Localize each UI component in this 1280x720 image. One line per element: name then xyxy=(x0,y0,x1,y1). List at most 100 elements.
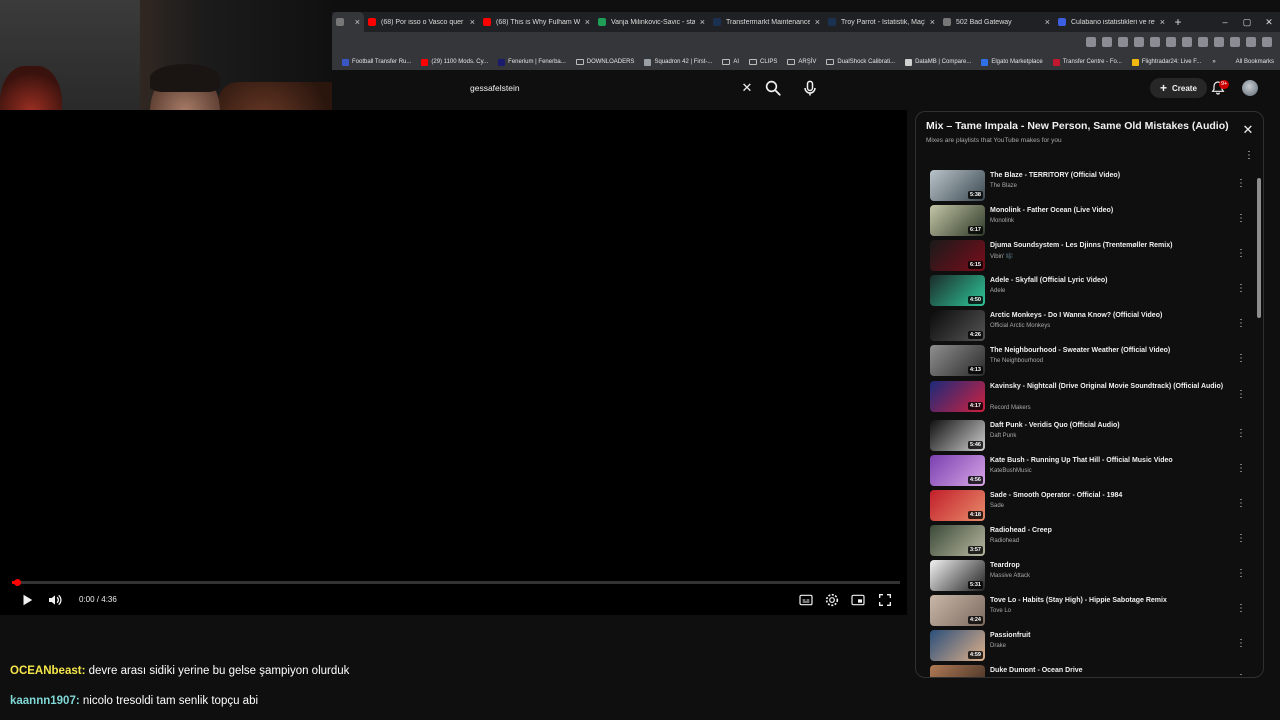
video-title[interactable]: Sade - Smooth Operator - Official - 1984 xyxy=(990,491,1230,502)
more-options-icon[interactable]: ⋮ xyxy=(1236,603,1246,614)
video-thumbnail[interactable]: 4:50 xyxy=(930,275,985,306)
playlist-item[interactable]: 4:56 Kate Bush - Running Up That Hill - O… xyxy=(916,455,1256,490)
playlist-item[interactable]: 4:13 The Neighbourhood - Sweater Weather … xyxy=(916,345,1256,380)
playlist-item[interactable]: 6:15 Djuma Soundsystem - Les Djinns (Tren… xyxy=(916,240,1256,275)
more-options-icon[interactable]: ⋮ xyxy=(1236,673,1246,677)
bookmark-item[interactable]: CLIPS xyxy=(749,59,777,65)
browser-tab[interactable]: Transfermarkt Maintenance × xyxy=(709,12,824,32)
video-title[interactable]: Kate Bush - Running Up That Hill - Offic… xyxy=(990,456,1230,467)
video-title[interactable]: Arctic Monkeys - Do I Wanna Know? (Offic… xyxy=(990,311,1230,322)
bookmark-star-icon[interactable] xyxy=(1134,37,1144,47)
video-thumbnail[interactable]: 5:38 xyxy=(930,170,985,201)
video-title[interactable]: Kavinsky - Nightcall (Drive Original Mov… xyxy=(990,382,1230,393)
video-thumbnail[interactable]: 4:26 xyxy=(930,310,985,341)
avatar[interactable] xyxy=(1242,80,1258,96)
video-thumbnail[interactable]: 4:24 xyxy=(930,595,985,626)
extension-icon[interactable] xyxy=(1166,37,1176,47)
video-thumbnail[interactable]: 6:15 xyxy=(930,240,985,271)
progress-bar[interactable] xyxy=(12,581,900,584)
playlist-item[interactable]: Duke Dumont - Ocean Drive ⋮ xyxy=(916,665,1256,677)
fullscreen-icon[interactable] xyxy=(877,592,893,608)
more-options-icon[interactable]: ⋮ xyxy=(1244,150,1254,161)
settings-gear-icon[interactable] xyxy=(824,592,840,608)
profile-icon[interactable] xyxy=(1246,37,1256,47)
video-title[interactable]: The Neighbourhood - Sweater Weather (Off… xyxy=(990,346,1230,357)
more-options-icon[interactable]: ⋮ xyxy=(1236,428,1246,439)
video-thumbnail[interactable]: 4:13 xyxy=(930,345,985,376)
video-title[interactable]: Monolink - Father Ocean (Live Video) xyxy=(990,206,1230,217)
video-thumbnail[interactable]: 4:17 xyxy=(930,381,985,412)
bookmark-item[interactable]: (29) 1100 Mods. Cy... xyxy=(421,58,488,66)
close-window-button[interactable]: ✕ xyxy=(1258,12,1280,32)
video-title[interactable]: Passionfruit xyxy=(990,631,1230,642)
more-options-icon[interactable]: ⋮ xyxy=(1236,318,1246,329)
more-options-icon[interactable]: ⋮ xyxy=(1236,213,1246,224)
video-title[interactable]: Tove Lo - Habits (Stay High) - Hippie Sa… xyxy=(990,596,1230,607)
bookmark-item[interactable]: Football Transfer Ru... xyxy=(342,58,411,66)
bookmark-item[interactable]: Elgato Marketplace xyxy=(981,58,1043,66)
menu-icon[interactable] xyxy=(1262,37,1272,47)
video-title[interactable]: The Blaze - TERRITORY (Official Video) xyxy=(990,171,1230,182)
bookmark-item[interactable]: DualShock Calibrati... xyxy=(826,59,895,65)
video-title[interactable]: Radiohead - Creep xyxy=(990,526,1230,537)
playlist-item[interactable]: 5:38 The Blaze - TERRITORY (Official Vide… xyxy=(916,170,1256,205)
bookmark-item[interactable]: ARŞİV xyxy=(787,59,816,65)
video-title[interactable]: Teardrop xyxy=(990,561,1230,572)
browser-tab[interactable]: Vanja Milinkovic-Savic - statis × xyxy=(594,12,709,32)
playlist-item[interactable]: 6:17 Monolink - Father Ocean (Live Video)… xyxy=(916,205,1256,240)
bookmark-item[interactable]: AI xyxy=(722,59,739,65)
video-thumbnail[interactable]: 4:18 xyxy=(930,490,985,521)
more-options-icon[interactable]: ⋮ xyxy=(1236,178,1246,189)
video-thumbnail[interactable]: 6:17 xyxy=(930,205,985,236)
tab-close-icon[interactable]: × xyxy=(815,17,820,27)
more-options-icon[interactable]: ⋮ xyxy=(1236,463,1246,474)
video-thumbnail[interactable]: 3:57 xyxy=(930,525,985,556)
playlist-item[interactable]: 4:50 Adele - Skyfall (Official Lyric Vide… xyxy=(916,275,1256,310)
create-button[interactable]: + Create xyxy=(1150,78,1207,98)
close-playlist-button[interactable]: ✕ xyxy=(1241,122,1255,138)
clear-search-button[interactable]: ✕ xyxy=(740,80,754,96)
more-options-icon[interactable]: ⋮ xyxy=(1236,353,1246,364)
bookmark-item[interactable]: DOWNLOADERS xyxy=(575,59,634,65)
browser-tab[interactable]: Troy Parrot - İstatistik, Maçla × xyxy=(824,12,939,32)
video-title[interactable]: Duke Dumont - Ocean Drive xyxy=(990,666,1230,677)
browser-tab[interactable]: Culabano istatistikleri ve reyti × xyxy=(1054,12,1169,32)
theater-mode-icon[interactable] xyxy=(850,592,866,608)
printer-icon[interactable] xyxy=(1198,37,1208,47)
more-options-icon[interactable]: ⋮ xyxy=(1236,533,1246,544)
microphone-icon[interactable] xyxy=(800,78,820,98)
video-title[interactable]: Adele - Skyfall (Official Lyric Video) xyxy=(990,276,1230,287)
bookmark-item[interactable]: Squadron 42 | First-... xyxy=(644,58,712,66)
browser-tab[interactable]: (68) Por isso o Vasco quer CO × xyxy=(364,12,479,32)
playlist-item[interactable]: 4:18 Sade - Smooth Operator - Official - … xyxy=(916,490,1256,525)
tab-close-icon[interactable]: × xyxy=(1160,17,1165,27)
playlist-item[interactable]: 4:17 Kavinsky - Nightcall (Drive Original… xyxy=(916,381,1256,416)
tab-close-icon[interactable]: × xyxy=(930,17,935,27)
video-thumbnail[interactable] xyxy=(930,665,985,677)
more-options-icon[interactable]: ⋮ xyxy=(1236,638,1246,649)
new-tab-button[interactable]: + xyxy=(1169,15,1187,29)
more-options-icon[interactable]: ⋮ xyxy=(1236,498,1246,509)
progress-scrubber[interactable] xyxy=(13,579,21,586)
more-options-icon[interactable]: ⋮ xyxy=(1236,568,1246,579)
all-bookmarks-button[interactable]: » All Bookmarks xyxy=(1212,59,1280,65)
more-options-icon[interactable]: ⋮ xyxy=(1236,389,1246,400)
browser-tab[interactable]: × xyxy=(332,12,364,32)
volume-icon[interactable] xyxy=(47,592,63,608)
search-input[interactable] xyxy=(462,83,732,93)
video-thumbnail[interactable]: 4:56 xyxy=(930,455,985,486)
playlist-item[interactable]: 5:31 Teardrop Massive Attack ⋮ xyxy=(916,560,1256,595)
bookmark-item[interactable]: Fenerium | Fenerba... xyxy=(498,58,566,66)
puzzle-icon[interactable] xyxy=(1214,37,1224,47)
bookmark-item[interactable]: Transfer Centre - Fo... xyxy=(1052,58,1122,66)
subtitles-icon[interactable] xyxy=(798,592,814,608)
video-title[interactable]: Daft Punk - Veridis Quo (Official Audio) xyxy=(990,421,1230,432)
playlist-item[interactable]: 3:57 Radiohead - Creep Radiohead ⋮ xyxy=(916,525,1256,560)
maximize-button[interactable]: ▢ xyxy=(1236,12,1258,32)
video-thumbnail[interactable]: 5:46 xyxy=(930,420,985,451)
bookmark-item[interactable]: DataMB | Compare... xyxy=(905,58,971,66)
playlist-item[interactable]: 4:59 Passionfruit Drake ⋮ xyxy=(916,630,1256,665)
minimize-button[interactable]: – xyxy=(1214,12,1236,32)
playlist-title[interactable]: Mix – Tame Impala - New Person, Same Old… xyxy=(926,120,1236,132)
tab-close-icon[interactable]: × xyxy=(470,17,475,27)
